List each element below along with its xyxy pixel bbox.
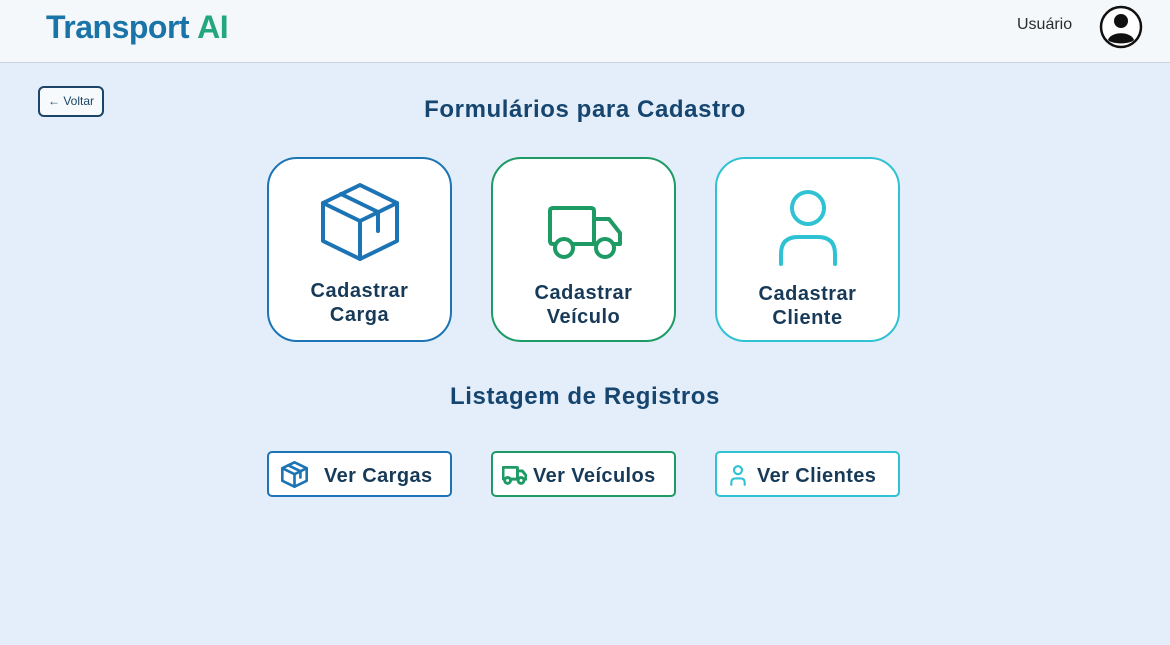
register-client-label-line2: Cliente [772, 307, 843, 329]
logo-text-transport: Transport [46, 9, 190, 45]
register-client-label-line1: Cadastrar [758, 283, 857, 305]
register-vehicle-card[interactable]: Cadastrar Veículo [491, 157, 676, 342]
forms-section-title: Formulários para Cadastro [424, 96, 746, 123]
view-clients-button[interactable]: Ver Clientes [715, 451, 900, 497]
view-vehicles-label: Ver Veículos [533, 465, 656, 487]
register-vehicle-label-line1: Cadastrar [534, 282, 633, 304]
register-vehicle-label-line2: Veículo [546, 306, 621, 328]
list-section-title: Listagem de Registros [449, 383, 720, 410]
truck-icon [548, 206, 622, 259]
user-name-label[interactable]: Usuário [1017, 15, 1072, 35]
view-cargo-label: Ver Cargas [324, 465, 433, 487]
view-clients-label: Ver Clientes [757, 465, 877, 487]
box-icon [321, 183, 399, 261]
view-vehicles-button[interactable]: Ver Veículos [491, 451, 676, 497]
user-circle-icon[interactable] [1099, 5, 1143, 49]
box-icon [281, 461, 308, 488]
user-icon [730, 465, 746, 486]
view-cargo-button[interactable]: Ver Cargas [267, 451, 452, 497]
user-icon [779, 190, 837, 266]
register-client-card[interactable]: Cadastrar Cliente [715, 157, 900, 342]
logo-text-ai: AI [197, 9, 229, 45]
register-cargo-label-line1: Cadastrar [310, 280, 409, 302]
app-logo[interactable]: Transport AI [46, 8, 229, 46]
top-header: Transport AI Usuário [0, 0, 1170, 63]
truck-icon [502, 466, 527, 485]
register-cargo-label-line2: Carga [329, 304, 390, 326]
register-cargo-card[interactable]: Cadastrar Carga [267, 157, 452, 342]
